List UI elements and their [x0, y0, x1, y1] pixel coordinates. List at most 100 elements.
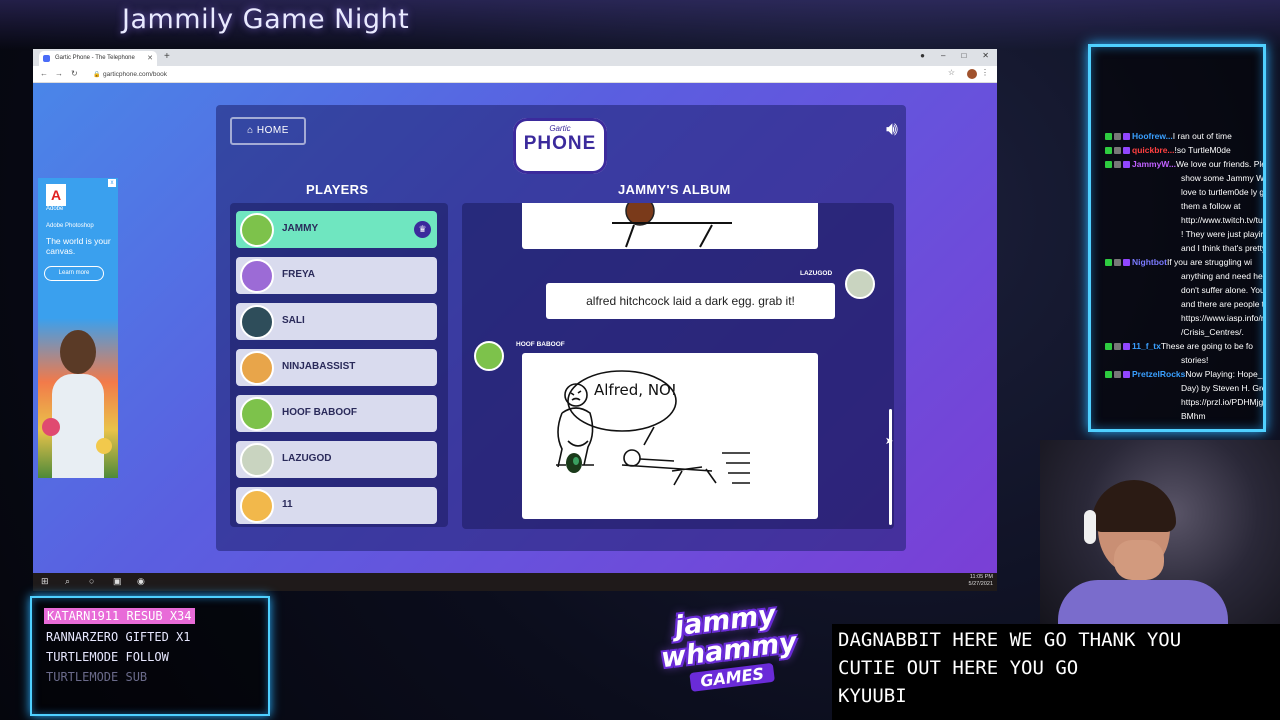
chat-badge-icon: [1123, 371, 1130, 379]
chat-message: anything and need help: [1181, 271, 1266, 281]
clock-date: 5/27/2021: [968, 581, 993, 587]
browser-menu-icon[interactable]: ⋮: [981, 68, 989, 77]
chat-message: https://przl.io/PDHMjg: [1181, 397, 1264, 407]
chat-message: show some Jammy Wha: [1181, 173, 1266, 183]
album-panel[interactable]: LAZUGOD alfred hitchcock laid a dark egg…: [462, 203, 894, 529]
back-icon[interactable]: ←: [40, 69, 48, 78]
chat-badge-icon: [1123, 259, 1130, 267]
browser-tab[interactable]: Gartic Phone - The Telephone ✕: [39, 51, 157, 66]
headset-icon: [1084, 510, 1096, 544]
record-icon[interactable]: ●: [920, 51, 925, 60]
stream-title: Jammily Game Night: [122, 4, 410, 35]
jammy-whammy-logo: jammy whammy GAMES: [644, 597, 816, 720]
ad-learn-more-button[interactable]: Learn more: [44, 266, 104, 281]
webcam-feed: [1040, 440, 1280, 624]
player-row: JAMMY ♛: [236, 211, 437, 248]
chat-message: ! They were just playing: [1181, 229, 1266, 239]
player-name: HOOF BABOOF: [282, 407, 357, 418]
ad-photo-face: [60, 330, 96, 374]
windows-start-icon[interactable]: ⊞: [41, 576, 49, 587]
clock-time: 11:05 PM: [969, 574, 993, 580]
minimize-icon[interactable]: –: [941, 51, 945, 60]
player-avatar: [240, 259, 274, 293]
album-drawing: Alfred, NO!: [522, 353, 818, 519]
tab-title: Gartic Phone - The Telephone: [55, 55, 135, 61]
drawing-author-avatar: [474, 341, 504, 371]
gartic-phone-logo: Gartic PHONE: [513, 118, 607, 174]
chat-username[interactable]: Nightbot: [1132, 257, 1167, 267]
chrome-icon[interactable]: ◉: [137, 576, 145, 587]
chat-text: These are going to be fo: [1160, 341, 1253, 351]
player-row: SALI: [236, 303, 437, 340]
chat-message: 11_f_txThese are going to be fo: [1105, 339, 1253, 353]
chat-message: NightbotIf you are struggling wi: [1105, 255, 1252, 269]
ad-tagline: The world is your canvas.: [46, 236, 111, 256]
player-row: NINJABASSIST: [236, 349, 437, 386]
player-name: JAMMY: [282, 223, 319, 234]
chat-username[interactable]: Hoofrew...: [1132, 131, 1173, 141]
home-label: HOME: [256, 125, 289, 136]
task-view-icon[interactable]: ▣: [113, 576, 122, 587]
chat-badge-icon: [1105, 161, 1112, 169]
chat-text: We love our friends. Ple: [1175, 159, 1266, 169]
forward-icon[interactable]: →: [55, 69, 63, 78]
sound-icon[interactable]: 🔊︎: [886, 119, 898, 141]
reload-icon[interactable]: ↻: [71, 69, 78, 78]
webcam-hands: [1114, 540, 1164, 580]
ad-photo: [38, 318, 118, 478]
chat-username[interactable]: PretzelRocks: [1132, 369, 1185, 379]
chat-message: PretzelRocksNow Playing: Hope_For: [1105, 367, 1263, 381]
crown-icon: ♛: [414, 221, 431, 238]
player-avatar: [240, 305, 274, 339]
windows-taskbar: ⊞ ⌕ ○ ▣ ◉ 11:05 PM 5/27/2021: [33, 573, 997, 591]
player-name: LAZUGOD: [282, 453, 332, 464]
logo-main-text: PHONE: [523, 133, 597, 154]
chat-badge-icon: [1105, 147, 1112, 155]
chat-username[interactable]: quickbre...: [1132, 145, 1175, 155]
bookmark-star-icon[interactable]: ☆: [948, 68, 955, 77]
chat-badge-icon: [1105, 133, 1112, 141]
new-tab-icon[interactable]: +: [164, 51, 170, 62]
chat-badge-icon: [1123, 133, 1130, 141]
event-item: TURTLEMODE FOLLOW: [46, 650, 169, 664]
chat-badge-icon: [1114, 147, 1121, 155]
players-title: PLAYERS: [306, 182, 369, 197]
player-name: NINJABASSIST: [282, 361, 356, 372]
event-item: TURTLEMODE SUB: [46, 670, 148, 684]
player-name: 11: [282, 499, 293, 510]
profile-avatar[interactable]: [967, 69, 977, 79]
home-button[interactable]: ⌂ HOME: [230, 117, 306, 145]
chat-badge-icon: [1105, 371, 1112, 379]
search-icon[interactable]: ⌕: [65, 576, 70, 587]
close-window-icon[interactable]: ✕: [982, 51, 989, 60]
chat-text: !so TurtleM0de: [1174, 145, 1231, 155]
caption-bubble: alfred hitchcock laid a dark egg. grab i…: [546, 283, 835, 319]
chat-badge-icon: [1114, 133, 1121, 141]
chat-badge-icon: [1114, 371, 1121, 379]
chat-panel: Hoofrew...I ran out of time quickbre...!s…: [1088, 44, 1266, 432]
chat-message: Hoofrew...I ran out of time: [1105, 129, 1232, 143]
window-controls: ● – □ ✕: [920, 51, 989, 60]
album-scrollbar[interactable]: [889, 409, 892, 525]
event-item: RANNARZERO GIFTED X1: [46, 630, 191, 644]
live-captions: DAGNABBIT HERE WE GO THANK YOU CUTIE OUT…: [832, 624, 1280, 720]
chat-username[interactable]: JammyW...: [1132, 159, 1176, 169]
adobe-ad[interactable]: x A Adobe Adobe Photoshop The world is y…: [38, 178, 118, 478]
taskbar-clock[interactable]: 11:05 PM 5/27/2021: [969, 574, 993, 588]
chat-badge-icon: [1114, 259, 1121, 267]
chat-badge-icon: [1123, 147, 1130, 155]
ad-choices-icon[interactable]: x: [108, 179, 116, 187]
lock-icon: 🔒: [93, 72, 101, 78]
address-bar[interactable]: 🔒 garticphone.com/book: [91, 69, 941, 80]
logo-top-text: Gartic: [549, 124, 571, 133]
chat-message: Day) by Steven H. Grey: [1181, 383, 1266, 393]
player-avatar: [240, 213, 274, 247]
maximize-icon[interactable]: □: [961, 51, 966, 60]
ad-product: Adobe Photoshop: [46, 223, 94, 229]
previous-drawing-sketch: [612, 203, 732, 248]
drawing-sketch: Alfred, NO!: [556, 370, 750, 486]
close-tab-icon[interactable]: ✕: [147, 54, 153, 62]
previous-drawing: [522, 203, 818, 249]
cortana-icon[interactable]: ○: [89, 576, 94, 586]
chat-username[interactable]: 11_f_tx: [1132, 341, 1161, 351]
